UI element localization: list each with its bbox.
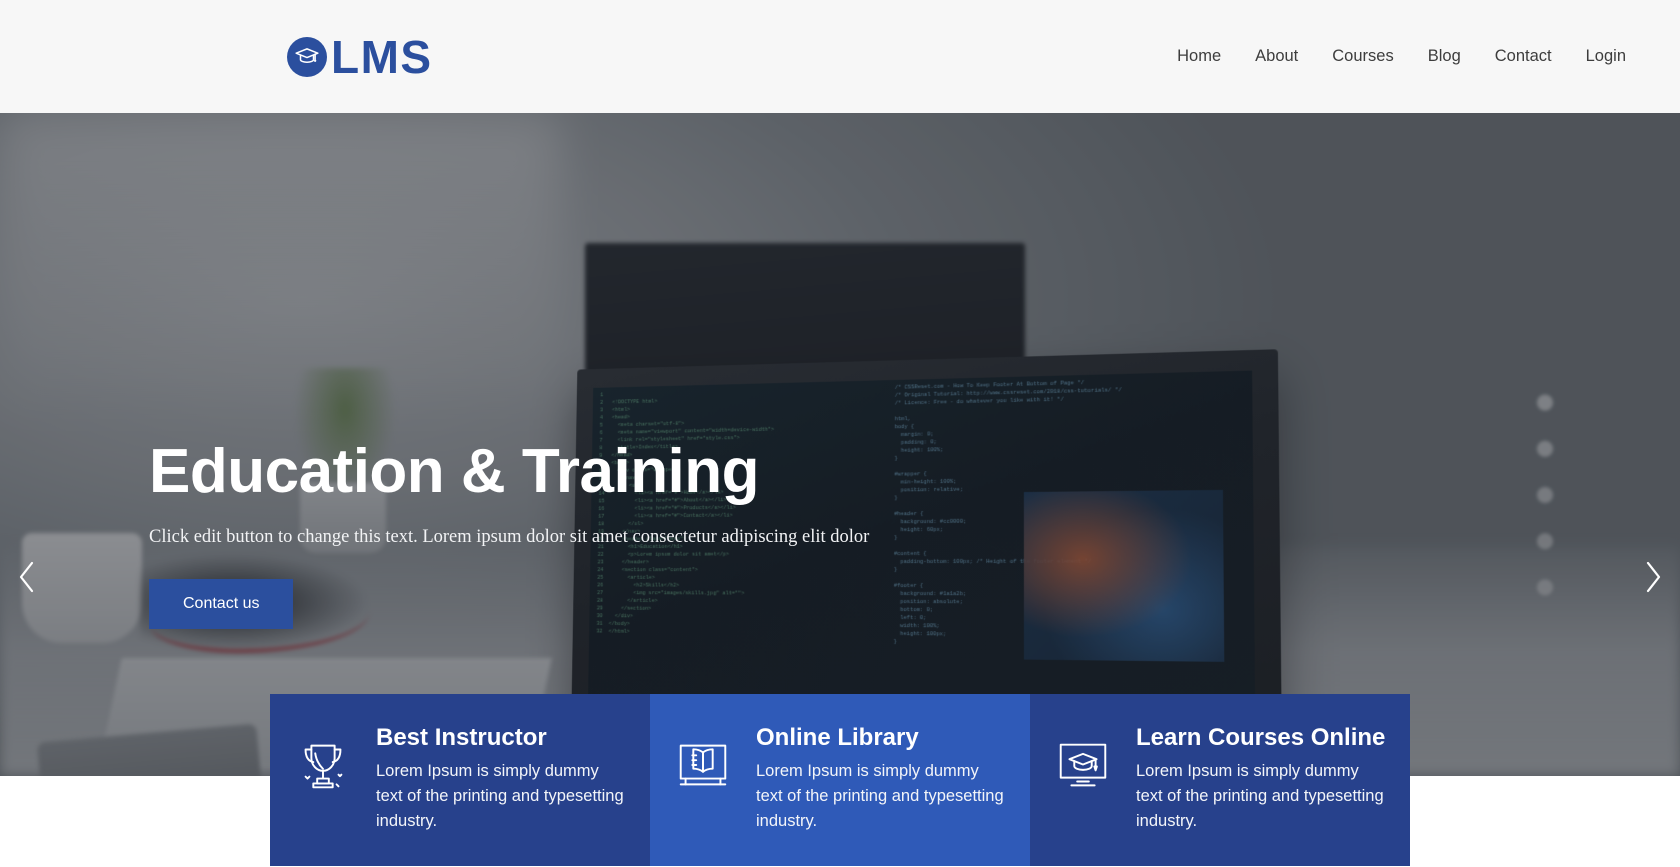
main-navigation: Home About Courses Blog Contact Login (1160, 37, 1636, 76)
feature-title: Best Instructor (376, 724, 547, 751)
monitor-graduation-cap-icon (1052, 724, 1118, 796)
feature-card-online-library[interactable]: Online Library Lorem Ipsum is simply dum… (650, 694, 1030, 866)
feature-description: Lorem Ipsum is simply dummy text of the … (1136, 761, 1384, 830)
feature-title: Learn Courses Online (1136, 724, 1386, 751)
carousel-prev-button[interactable] (6, 556, 48, 598)
hero-title: Education & Training (149, 437, 760, 506)
feature-description: Lorem Ipsum is simply dummy text of the … (756, 761, 1004, 830)
nav-item-contact[interactable]: Contact (1478, 37, 1569, 76)
brand-logo[interactable]: LMS (287, 34, 433, 80)
feature-title: Online Library (756, 724, 919, 751)
feature-card-best-instructor[interactable]: Best Instructor Lorem Ipsum is simply du… (270, 694, 650, 866)
feature-description: Lorem Ipsum is simply dummy text of the … (376, 761, 624, 830)
feature-card-learn-courses-online[interactable]: Learn Courses Online Lorem Ipsum is simp… (1030, 694, 1410, 866)
carousel-next-button[interactable] (1632, 556, 1674, 598)
site-header: LMS Home About Courses Blog Contact Logi… (0, 0, 1680, 113)
open-book-icon (672, 724, 738, 796)
landing-page: LMS Home About Courses Blog Contact Logi… (0, 0, 1680, 867)
hero-carousel-slide: 1 2 <!DOCTYPE html> 3 <html> 4 <head> 5 … (0, 113, 1680, 776)
contact-us-button[interactable]: Contact us (149, 578, 294, 629)
feature-body: Best Instructor Lorem Ipsum is simply du… (376, 724, 628, 834)
nav-item-blog[interactable]: Blog (1411, 37, 1478, 76)
nav-item-home[interactable]: Home (1160, 37, 1238, 76)
hero-subtitle: Click edit button to change this text. L… (149, 526, 870, 547)
nav-item-login[interactable]: Login (1569, 37, 1636, 76)
feature-body: Online Library Lorem Ipsum is simply dum… (756, 724, 1008, 834)
feature-card-list: Best Instructor Lorem Ipsum is simply du… (270, 694, 1410, 866)
brand-name: LMS (331, 30, 433, 83)
chevron-left-icon (16, 560, 38, 594)
chevron-right-icon (1642, 560, 1664, 594)
graduation-cap-icon (287, 36, 327, 77)
feature-body: Learn Courses Online Lorem Ipsum is simp… (1136, 724, 1388, 834)
nav-item-courses[interactable]: Courses (1315, 37, 1410, 76)
header-inner: LMS Home About Courses Blog Contact Logi… (0, 34, 1680, 80)
trophy-icon (292, 724, 358, 796)
nav-item-about[interactable]: About (1238, 37, 1315, 76)
hero-content: Education & Training Click edit button t… (149, 437, 909, 629)
